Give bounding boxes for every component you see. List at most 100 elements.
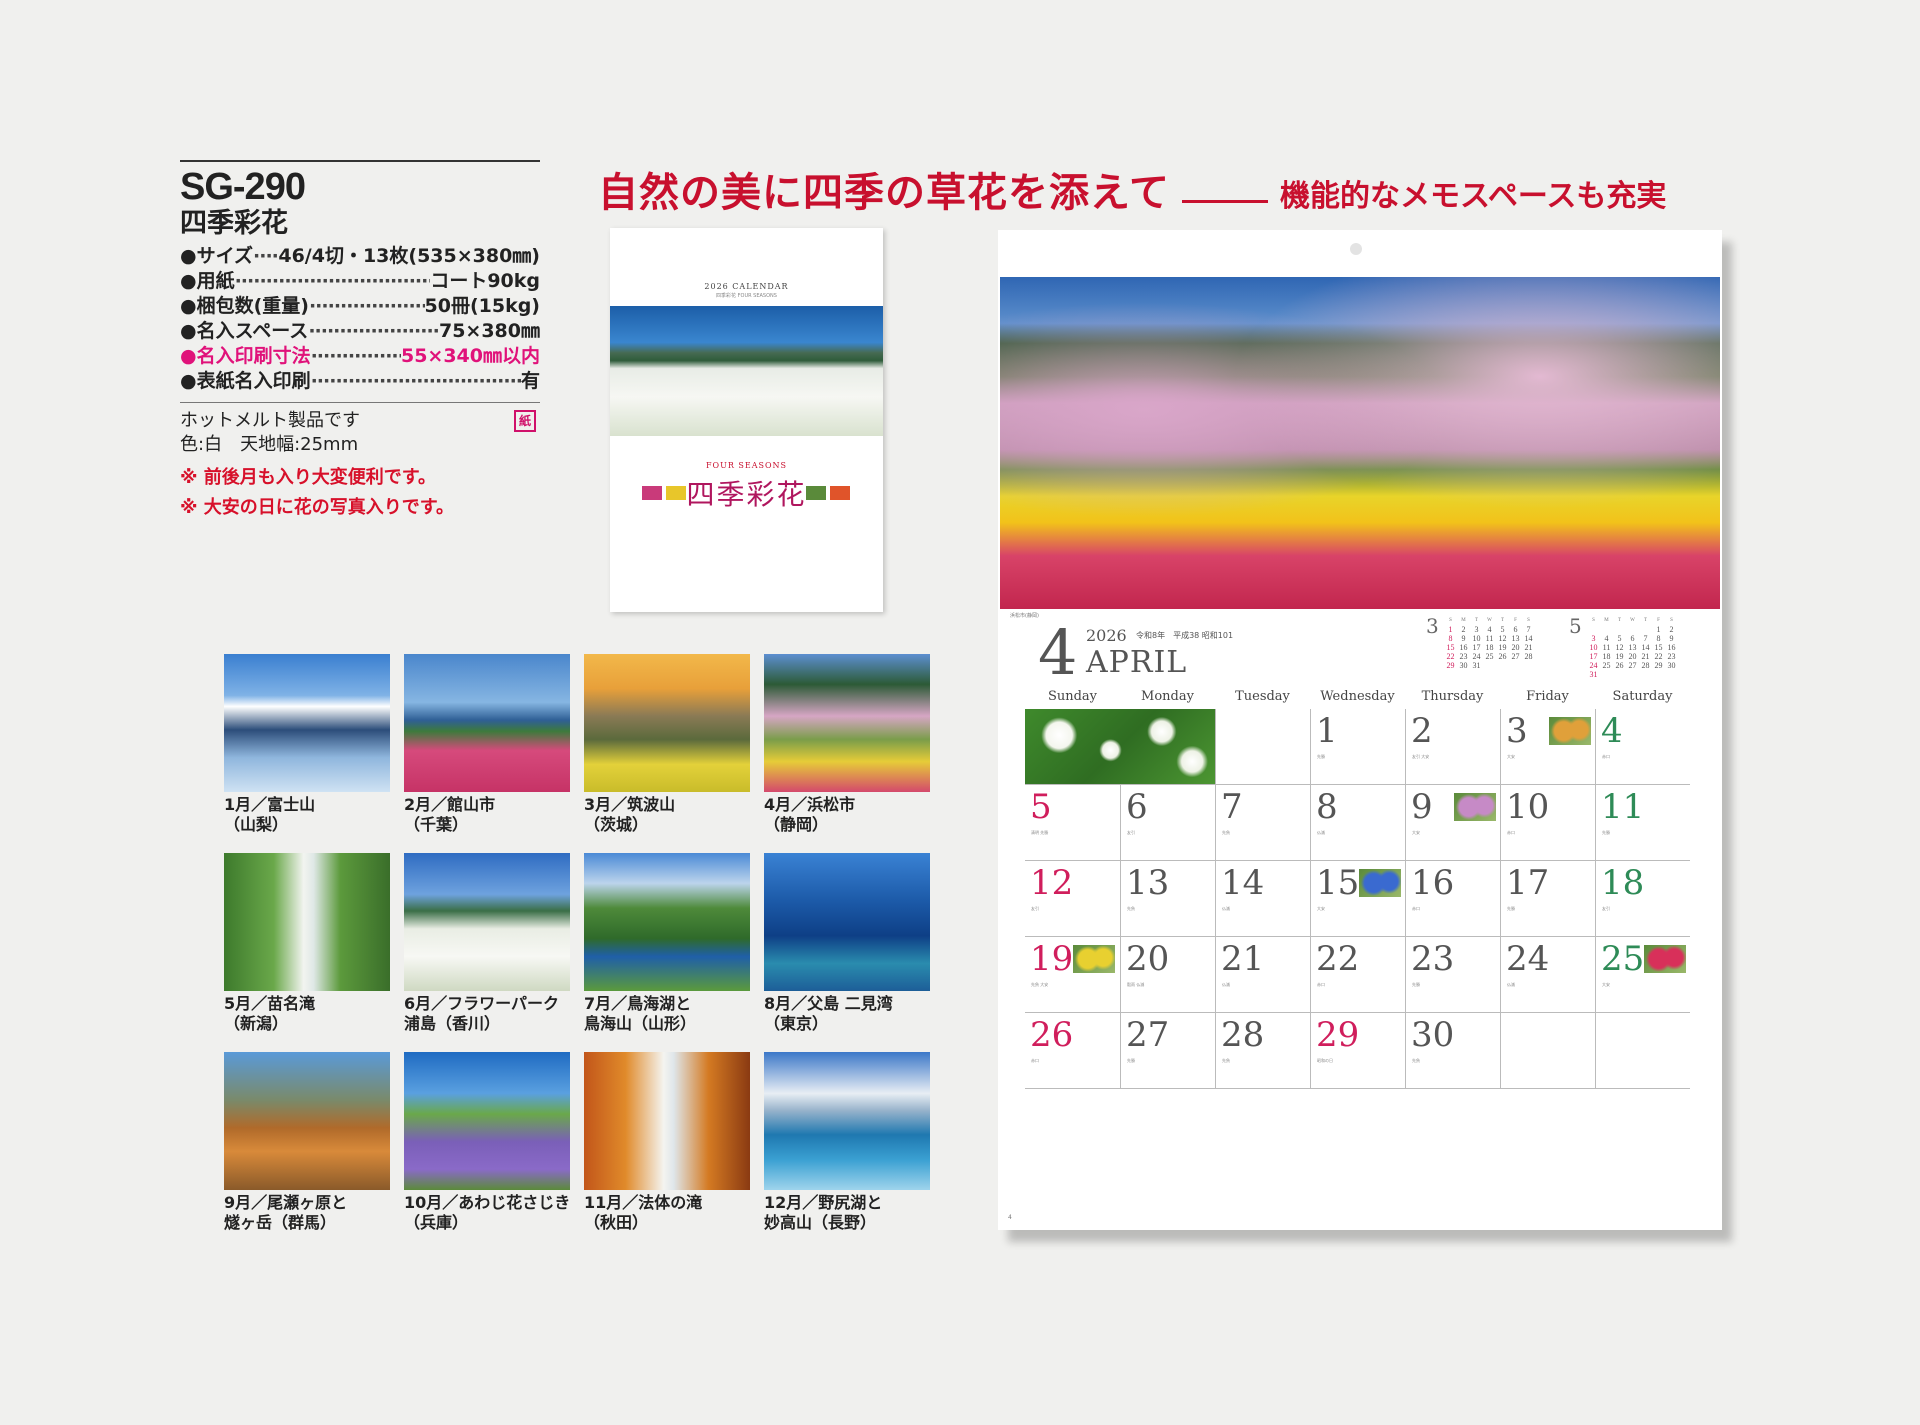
day-number: 11 bbox=[1601, 787, 1645, 827]
day-number: 15 bbox=[1316, 863, 1360, 903]
rokuyo-label: 赤口 bbox=[1507, 830, 1515, 835]
month-caption-line2: 妙高山（長野） bbox=[764, 1213, 877, 1232]
month-photo bbox=[764, 1052, 930, 1190]
month-caption-line1: 4月／浜松市 bbox=[764, 795, 856, 814]
day-cell: 1 先勝 bbox=[1310, 709, 1405, 785]
day-cell: 4 赤口 bbox=[1595, 709, 1690, 785]
mini-day: 7 bbox=[1526, 625, 1531, 634]
cover-photo bbox=[610, 306, 883, 436]
mini-day: 12 bbox=[1498, 634, 1507, 643]
rokuyo-label: 赤口 bbox=[1412, 906, 1420, 911]
month-caption-line2: 鳥海山（山形） bbox=[584, 1014, 697, 1033]
cover-flower-chip bbox=[830, 486, 850, 500]
day-number: 30 bbox=[1411, 1015, 1455, 1055]
month-caption-line1: 11月／法体の滝 bbox=[584, 1193, 703, 1212]
spec-row: ●名入印刷寸法 55×340㎜以内 bbox=[180, 344, 540, 369]
paper-badge: 紙 bbox=[514, 410, 536, 432]
mini-day: 29 bbox=[1446, 661, 1455, 670]
day-cell: 17 先勝 bbox=[1500, 861, 1595, 937]
month-number: 4 bbox=[1038, 616, 1078, 689]
month-photo bbox=[224, 853, 390, 991]
mini-day: 7 bbox=[1643, 634, 1648, 643]
mini-day: F bbox=[1514, 618, 1517, 623]
spec-value: 50冊(15kg) bbox=[424, 295, 541, 317]
mini-day bbox=[1600, 625, 1613, 634]
mini-day: 9 bbox=[1461, 634, 1466, 643]
spec-label: ●名入スペース bbox=[180, 320, 309, 342]
mini-day: 26 bbox=[1615, 661, 1624, 670]
era-label: 令和8年 平成38 昭和101 bbox=[1136, 631, 1234, 640]
day-cell: 11 先勝 bbox=[1595, 785, 1690, 861]
mini-day: 11 bbox=[1602, 643, 1611, 652]
spec-list: ●サイズ46/4切・13枚(535×380㎜)●用紙コート90kg●梱包数(重量… bbox=[180, 244, 540, 394]
spec-row: ●表紙名入印刷 有 bbox=[180, 369, 540, 394]
month-caption-line2: （秋田） bbox=[584, 1213, 649, 1232]
month-photo-card: 2月／館山市 （千葉） bbox=[404, 654, 570, 835]
month-photo-card: 3月／筑波山 （茨城） bbox=[584, 654, 750, 835]
mini-day: 18 bbox=[1602, 652, 1611, 661]
mini-day: 16 bbox=[1667, 643, 1676, 652]
day-cell bbox=[1025, 709, 1215, 785]
month-photo-card: 5月／苗名滝 （新潟） bbox=[224, 853, 390, 1034]
day-cell bbox=[1500, 1013, 1595, 1089]
mini-day: 23 bbox=[1459, 652, 1468, 661]
rokuyo-label: 先勝 bbox=[1317, 754, 1325, 759]
day-number: 2 bbox=[1411, 711, 1433, 751]
mini-day: 14 bbox=[1524, 634, 1533, 643]
taian-flower-photo bbox=[1454, 793, 1496, 821]
mini-day: 21 bbox=[1641, 652, 1650, 661]
month-caption-line1: 12月／野尻湖と bbox=[764, 1193, 883, 1212]
rokuyo-label: 先負 大安 bbox=[1031, 982, 1049, 987]
mini-day: 1 bbox=[1448, 625, 1453, 634]
spec-leader bbox=[311, 369, 521, 394]
cover-season: FOUR SEASONS bbox=[705, 461, 788, 470]
month-caption-line1: 6月／フラワーパーク bbox=[404, 994, 559, 1013]
mini-day bbox=[1509, 661, 1522, 670]
month-caption-line2: （兵庫） bbox=[404, 1213, 469, 1232]
mini-day: 8 bbox=[1656, 634, 1661, 643]
month-caption-line1: 7月／鳥海湖と bbox=[584, 994, 692, 1013]
mini-day: 28 bbox=[1524, 652, 1533, 661]
mini-day: 16 bbox=[1459, 643, 1468, 652]
weekday-label: Thursday bbox=[1421, 689, 1484, 704]
day-number: 20 bbox=[1126, 939, 1170, 979]
day-number: 27 bbox=[1126, 1015, 1170, 1055]
spec-row: ●サイズ 46/4切・13枚(535×380㎜) bbox=[180, 244, 540, 269]
hanging-hole bbox=[1350, 243, 1362, 255]
taian-flower-photo bbox=[1644, 945, 1686, 973]
mini-day: 6 bbox=[1630, 634, 1635, 643]
day-number: 8 bbox=[1316, 787, 1338, 827]
day-number: 18 bbox=[1601, 863, 1645, 903]
day-cell: 29 昭和の日 bbox=[1310, 1013, 1405, 1089]
spec-label: ●用紙 bbox=[180, 270, 235, 292]
month-photo bbox=[404, 654, 570, 792]
day-cell: 6 友引 bbox=[1120, 785, 1215, 861]
day-number: 23 bbox=[1411, 939, 1455, 979]
mini-day: S bbox=[1670, 618, 1673, 623]
month-photo bbox=[404, 853, 570, 991]
mini-day bbox=[1522, 661, 1535, 670]
month-photo-card: 12月／野尻湖と 妙高山（長野） bbox=[764, 1052, 930, 1233]
mini-day: 28 bbox=[1641, 661, 1650, 670]
mini-day bbox=[1665, 670, 1678, 679]
spec-value: 55×340㎜以内 bbox=[400, 345, 540, 367]
mini-day: 20 bbox=[1511, 643, 1520, 652]
rokuyo-label: 赤口 bbox=[1317, 982, 1325, 987]
mini-day: 9 bbox=[1669, 634, 1674, 643]
mini-day: 24 bbox=[1589, 661, 1598, 670]
rokuyo-label: 先負 bbox=[1127, 906, 1135, 911]
mini-day: 18 bbox=[1485, 643, 1494, 652]
day-number: 22 bbox=[1316, 939, 1360, 979]
rokuyo-label: 仏滅 bbox=[1222, 906, 1230, 911]
day-cell bbox=[1595, 1013, 1690, 1089]
mini-day: 17 bbox=[1589, 652, 1598, 661]
day-cell: 10 赤口 bbox=[1500, 785, 1595, 861]
mini-month-table: S M T W T F S 1 2 3 4 5 6 7 8 9 10 11 12 13 14 15 16 17 18 19 20 21… bbox=[1587, 616, 1678, 679]
mini-day: M bbox=[1461, 618, 1466, 623]
mini-day: W bbox=[1487, 618, 1492, 623]
rokuyo-label: 先勝 bbox=[1127, 1058, 1135, 1063]
spec-value: 46/4切・13枚(535×380㎜) bbox=[278, 245, 540, 267]
mini-day bbox=[1613, 625, 1626, 634]
mini-day: 3 bbox=[1591, 634, 1596, 643]
mini-day: 24 bbox=[1472, 652, 1481, 661]
